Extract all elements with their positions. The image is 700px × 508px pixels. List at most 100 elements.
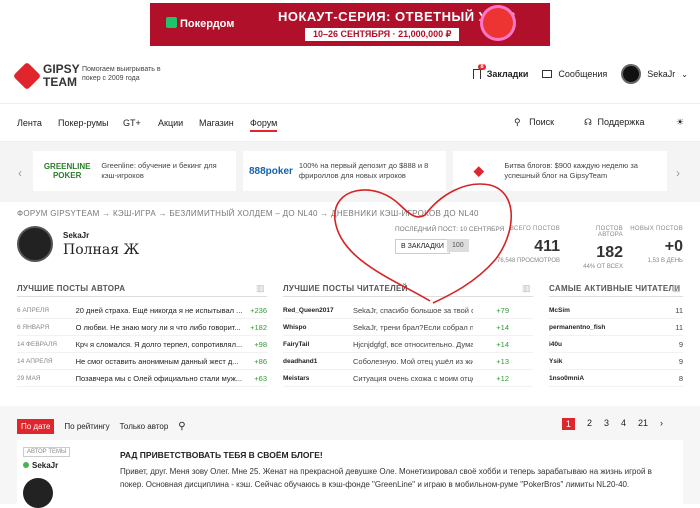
author-avatar[interactable]	[17, 226, 53, 262]
chevron-right-icon[interactable]: ›	[676, 166, 680, 180]
ad-brand-label: Покердом	[180, 18, 235, 30]
post-score: +98	[254, 339, 267, 349]
chart-icon[interactable]: ▥	[672, 283, 681, 294]
page-1[interactable]: 1	[561, 418, 575, 430]
list-item[interactable]: FairyTail Hjcnjdgfgf, все относительно. Д…	[283, 336, 533, 353]
first-post: АВТОР ТЕМЫ SekaJr РАД ПРИВЕТСТВОВАТЬ ТЕБ…	[17, 440, 683, 508]
nav-forum[interactable]: Форум	[250, 118, 278, 132]
nav-promotions[interactable]: Акции	[158, 118, 183, 128]
tab-by-date[interactable]: По дате	[17, 419, 55, 434]
stat-label: ПОСТОВ АВТОРА	[596, 226, 623, 238]
pagination: 1 2 3 4 21 ›	[550, 418, 663, 430]
post-excerpt: Соболезную. Мой отец ушёл из жизни 21...	[353, 356, 473, 366]
list-item[interactable]: 14 ФЕВРАЛЯ Крч я сломался. Я долго терпел…	[17, 336, 267, 353]
pokerdom-icon	[166, 17, 177, 28]
search-icon[interactable]: ⚲	[178, 421, 185, 432]
reader-name: FairyTail	[283, 340, 310, 348]
main-nav: Лента Покер-румы GT+ Акции Магазин Форум…	[0, 104, 700, 142]
site-logo[interactable]: GIPSY TEAM	[12, 61, 79, 91]
author-badge: АВТОР ТЕМЫ	[23, 447, 71, 457]
list-item[interactable]: 1nso0mniA 8	[549, 370, 683, 387]
list-item[interactable]: McSim 11	[549, 302, 683, 319]
nav-shop[interactable]: Магазин	[199, 118, 234, 128]
list-item[interactable]: Ysik 9	[549, 353, 683, 370]
page-4[interactable]: 4	[621, 418, 626, 430]
list-item[interactable]: 29 МАЯ Позавчера мы с Олей официально ста…	[17, 370, 267, 387]
chart-icon[interactable]: ▥	[256, 283, 265, 294]
post-excerpt: О любви. Не знаю могу ли я что либо гово…	[75, 322, 241, 332]
nav-poker-rooms[interactable]: Покер-румы	[58, 118, 108, 128]
sort-tabs: По дате По рейтингу Только автор ⚲	[17, 419, 196, 434]
list-item[interactable]: permanentno_fish 11	[549, 319, 683, 336]
ad-brand: Покердом	[166, 17, 234, 30]
headset-icon: ☊	[584, 117, 592, 127]
promo-greenline[interactable]: GREENLINE POKER Greenline: обучение и бе…	[33, 151, 236, 191]
messages-label: Сообщения	[558, 69, 608, 79]
post-excerpt: SekaJr, трени брал?Если собрал подушку н…	[353, 322, 473, 332]
reader-name: Whispo	[283, 323, 307, 331]
page-3[interactable]: 3	[604, 418, 609, 430]
post-score: +14	[496, 322, 509, 332]
reader-name: permanentno_fish	[549, 323, 606, 331]
reader-count: 9	[678, 339, 683, 349]
ad-banner[interactable]: Покердом НОКАУТ-СЕРИЯ: ОТВЕТНЫЙ УДАР 10–…	[150, 3, 550, 46]
chip-icon	[480, 5, 516, 41]
reader-count: 8	[678, 373, 683, 383]
post-score: +182	[250, 322, 267, 332]
post-author[interactable]: SekaJr	[23, 461, 58, 470]
post-date: 6 ЯНВАРЯ	[17, 323, 50, 331]
post-score: +14	[496, 339, 509, 349]
bookmarks-badge: 8	[478, 64, 486, 70]
post-score: +12	[496, 373, 509, 383]
post-score: +13	[496, 356, 509, 366]
nav-gt-plus[interactable]: GT+	[123, 118, 141, 128]
heart-drawing	[334, 183, 512, 304]
tab-by-rating[interactable]: По рейтингу	[64, 422, 109, 431]
post-score: +86	[254, 356, 267, 366]
post-date: 6 АПРЕЛЯ	[17, 306, 49, 314]
gipsy-logo-icon	[12, 61, 42, 91]
promo-text: Битва блогов: $900 каждую неделю за успе…	[504, 161, 638, 180]
topic-header: SekaJr Полная Ж	[17, 226, 139, 262]
stat-value: +0	[664, 238, 683, 255]
user-menu[interactable]: SekaJr ⌄	[621, 64, 688, 84]
bookmarks-label: Закладки	[486, 69, 529, 79]
list-item[interactable]: 6 ЯНВАРЯ О любви. Не знаю могу ли я что л…	[17, 319, 267, 336]
active-readers-list: McSim 11 permanentno_fish 11 i40u 9 Ysik 9 1…	[549, 302, 683, 387]
reader-name: i40u	[549, 340, 563, 348]
stat-sub: 44% ОТ ВСЕХ	[583, 264, 623, 270]
reader-name: Meistars	[283, 374, 310, 382]
page-2[interactable]: 2	[587, 418, 592, 430]
list-item[interactable]: i40u 9	[549, 336, 683, 353]
messages-link[interactable]: Сообщения	[542, 69, 607, 79]
list-item[interactable]: 14 АПРЕЛЯ Не смог оставить анонимным данн…	[17, 353, 267, 370]
list-item[interactable]: Meistars Ситуация очень схожа с моим отцо…	[283, 370, 533, 387]
list-item[interactable]: Whispo SekaJr, трени брал?Если собрал под…	[283, 319, 533, 336]
online-status-icon	[23, 462, 29, 468]
search-label: Поиск	[529, 117, 555, 127]
chevron-left-icon[interactable]: ‹	[18, 166, 22, 180]
post-author-name: SekaJr	[32, 461, 59, 470]
nav-feed[interactable]: Лента	[17, 118, 42, 128]
theme-toggle-icon[interactable]: ☀	[676, 117, 684, 128]
ad-banner-area: Покердом НОКАУТ-СЕРИЯ: ОТВЕТНЫЙ УДАР 10–…	[0, 0, 700, 52]
support-link[interactable]: ☊ Поддержка	[584, 117, 644, 128]
tab-author-only[interactable]: Только автор	[120, 422, 169, 431]
chevron-right-icon[interactable]: ›	[660, 418, 663, 430]
mail-icon	[542, 70, 553, 78]
author-name[interactable]: SekaJr	[63, 231, 139, 240]
post-excerpt: Крч я сломался. Я долго терпел, сопротив…	[75, 339, 242, 349]
post-score: +236	[250, 305, 267, 315]
post-excerpt: 20 дней страха. Ещё никогда я не испытыв…	[75, 305, 242, 315]
search-icon: ⚲	[514, 117, 521, 127]
reader-count: 11	[675, 322, 683, 332]
tagline: Помогаем выигрывать в покер с 2009 года	[82, 66, 161, 82]
page-21[interactable]: 21	[638, 418, 648, 430]
list-item[interactable]: deadhand1 Соболезную. Мой отец ушёл из жи…	[283, 353, 533, 370]
search-link[interactable]: ⚲ Поиск	[514, 117, 554, 128]
stat-author-posts: ПОСТОВ АВТОРА 182 44% ОТ ВСЕХ	[570, 226, 623, 270]
greenline-logo: GREENLINE POKER	[43, 162, 91, 180]
list-item[interactable]: 6 АПРЕЛЯ 20 дней страха. Ещё никогда я не…	[17, 302, 267, 319]
stat-value: 182	[596, 244, 623, 261]
bookmarks-link[interactable]: 8 Закладки	[472, 64, 529, 79]
